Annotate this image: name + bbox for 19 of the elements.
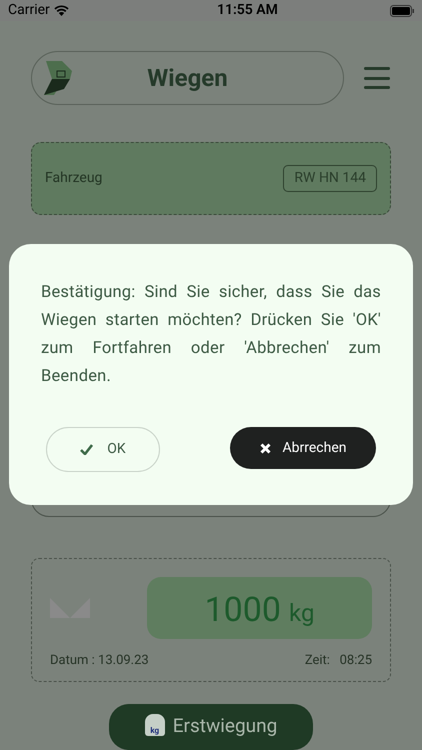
wifi-icon bbox=[54, 5, 69, 16]
cancel-button[interactable]: Abrrechen bbox=[230, 427, 376, 469]
battery-icon bbox=[390, 4, 414, 16]
weight-display: 1000 kg bbox=[147, 576, 372, 639]
check-icon bbox=[80, 444, 94, 455]
page-title: Wiegen bbox=[146, 63, 229, 94]
time-text: Zeit: 08:25 bbox=[304, 652, 372, 670]
close-icon bbox=[260, 442, 270, 454]
first-weighing-button[interactable]: kg Erstwiegung bbox=[109, 704, 313, 750]
status-time: 11:55 AM bbox=[216, 1, 278, 20]
vehicle-label: Fahrzeug bbox=[45, 168, 102, 188]
dialog-message: Bestätigung: Sind Sie sicher, dass Sie das Wiegen starten möchten? Drücken Sie 'OK' zum Fortfahren oder 'Abbrechen' zum Beenden. bbox=[41, 282, 381, 388]
menu-button[interactable] bbox=[364, 67, 390, 89]
weight-icon: kg bbox=[144, 714, 165, 736]
date-text: Datum : 13.09.23 bbox=[50, 652, 149, 670]
carrier-label: Carrier bbox=[8, 1, 50, 20]
plate-badge: RW HN 144 bbox=[283, 164, 377, 192]
ok-button[interactable]: OK bbox=[46, 427, 160, 472]
logo-icon bbox=[44, 61, 74, 95]
